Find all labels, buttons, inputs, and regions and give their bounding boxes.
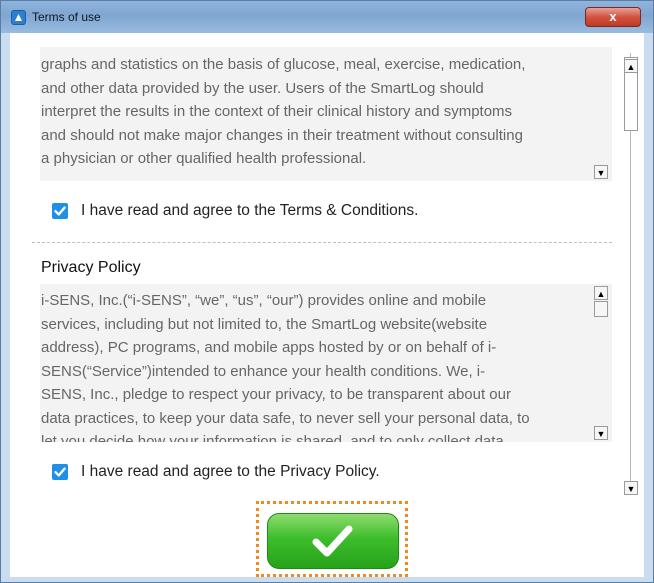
terms-line: and other data provided by the user. Use… — [41, 79, 484, 97]
privacy-line: i-SENS, Inc.(“i-SENS”, “we”, “us”, “our”… — [41, 292, 487, 309]
privacy-line: services, including but not limited to, … — [41, 315, 488, 333]
terms-scroll-down-arrow[interactable]: ▼ — [594, 165, 608, 179]
page-scroll-up-arrow[interactable]: ▲ — [624, 59, 638, 73]
terms-dialog: Terms of use x graphs and statistics on … — [0, 0, 654, 583]
checkmark-icon — [312, 525, 353, 557]
privacy-heading: Privacy Policy — [41, 259, 141, 276]
privacy-line: SENS(“Service”)intended to enhance your … — [41, 362, 486, 380]
privacy-line: SENS, Inc., pledge to respect your priva… — [41, 386, 511, 403]
terms-line: and should not make major changes in the… — [41, 126, 523, 144]
page-scrollbar[interactable]: ▲ ▼ — [622, 39, 640, 501]
privacy-line: data practices, to keep your data safe, … — [41, 409, 530, 427]
title-bar[interactable]: Terms of use x — [1, 1, 653, 33]
page-scroll-down-arrow[interactable]: ▼ — [624, 481, 638, 495]
terms-line: a physician or other qualified health pr… — [41, 150, 367, 167]
section-divider — [32, 242, 612, 243]
privacy-checkbox[interactable] — [52, 464, 68, 480]
terms-checkbox[interactable] — [52, 203, 68, 219]
terms-line: interpret the results in the context of … — [41, 103, 513, 120]
confirm-button[interactable] — [267, 513, 399, 569]
privacy-text-box[interactable]: i-SENS, Inc.(“i-SENS”, “we”, “us”, “our”… — [40, 284, 612, 442]
window-title: Terms of use — [32, 10, 101, 24]
privacy-scroll-thumb[interactable] — [594, 301, 608, 317]
privacy-line: let you decide how your information is s… — [41, 433, 504, 442]
terms-line: graphs and statistics on the basis of gl… — [41, 56, 526, 73]
close-button[interactable]: x — [585, 7, 641, 27]
terms-text-box[interactable]: graphs and statistics on the basis of gl… — [40, 47, 612, 181]
terms-agree-label[interactable]: I have read and agree to the Terms & Con… — [81, 202, 418, 220]
privacy-scroll-up-arrow[interactable]: ▲ — [594, 286, 608, 300]
privacy-line: address), PC programs, and mobile apps h… — [41, 339, 497, 356]
privacy-scroll-down-arrow[interactable]: ▼ — [594, 426, 608, 440]
privacy-agree-label[interactable]: I have read and agree to the Privacy Pol… — [81, 463, 380, 481]
app-icon — [11, 10, 26, 25]
